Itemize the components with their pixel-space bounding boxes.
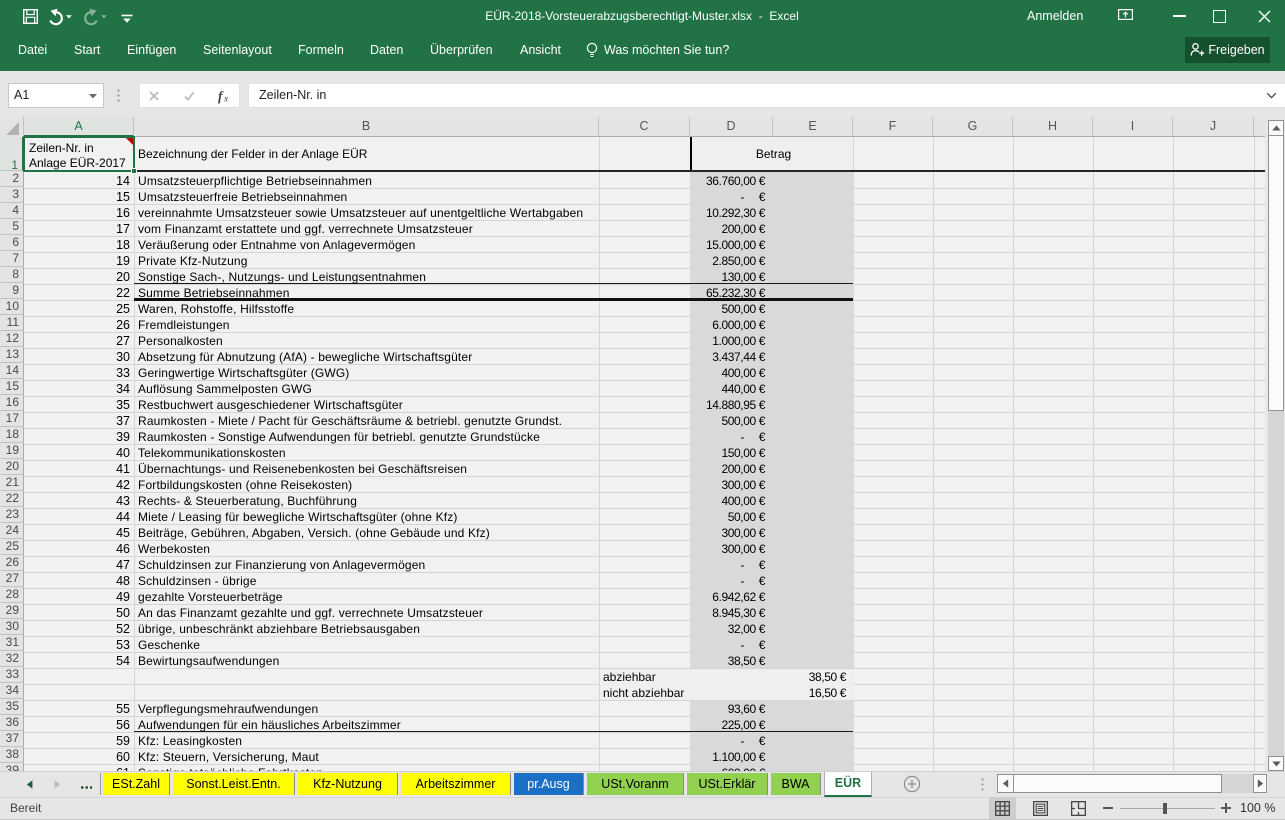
- svg-text:x: x: [223, 95, 229, 105]
